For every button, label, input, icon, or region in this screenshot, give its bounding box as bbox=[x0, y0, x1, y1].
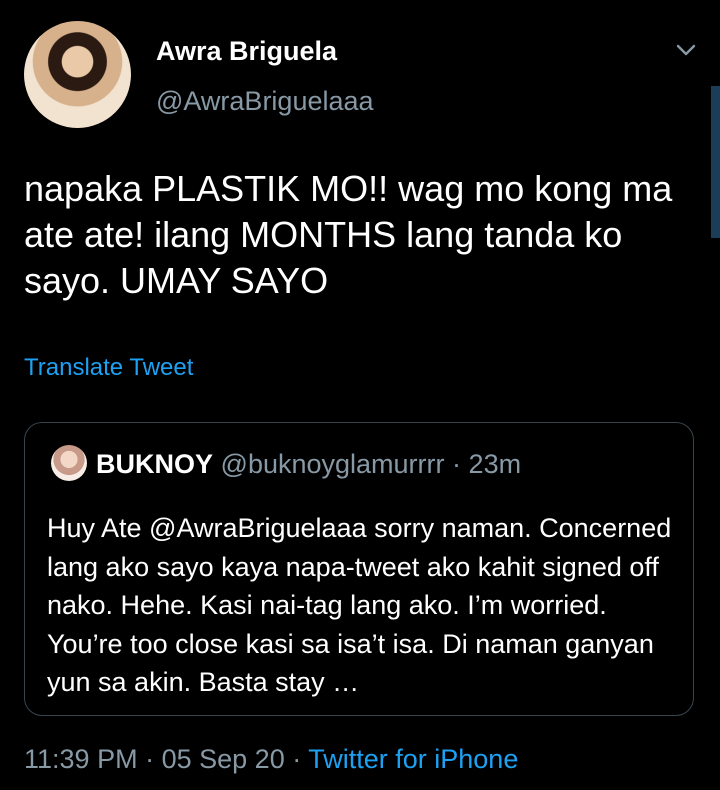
author-name[interactable]: Awra Briguela bbox=[156, 36, 337, 67]
quoted-tweet-card[interactable]: BUKNOY @buknoyglamurrrr · 23m Huy Ate @A… bbox=[24, 422, 694, 716]
author-handle[interactable]: @AwraBriguelaaa bbox=[156, 86, 374, 117]
quote-text: Huy Ate @AwraBriguelaaa sorry naman. Con… bbox=[47, 513, 672, 697]
quote-separator: · bbox=[452, 449, 462, 479]
meta-separator: · bbox=[292, 744, 302, 774]
author-avatar[interactable] bbox=[24, 21, 131, 128]
quote-header: BUKNOY @buknoyglamurrrr · 23m bbox=[96, 449, 521, 480]
quote-author-handle: @buknoyglamurrrr bbox=[220, 449, 445, 479]
tweet-meta: 11:39 PM · 05 Sep 20 · Twitter for iPhon… bbox=[24, 744, 518, 775]
chevron-down-icon[interactable] bbox=[674, 38, 698, 62]
scroll-indicator[interactable] bbox=[711, 86, 720, 238]
tweet-text: napaka PLASTIK MO!! wag mo kong ma ate a… bbox=[24, 168, 673, 301]
tweet-time: 11:39 PM bbox=[24, 744, 138, 774]
quote-timestamp: 23m bbox=[468, 449, 522, 479]
quote-avatar bbox=[51, 445, 87, 481]
meta-separator: · bbox=[145, 744, 155, 774]
quote-author-name: BUKNOY bbox=[96, 449, 214, 479]
tweet-source-link[interactable]: Twitter for iPhone bbox=[308, 744, 518, 774]
translate-tweet-link[interactable]: Translate Tweet bbox=[24, 354, 193, 382]
tweet-date: 05 Sep 20 bbox=[161, 744, 285, 774]
